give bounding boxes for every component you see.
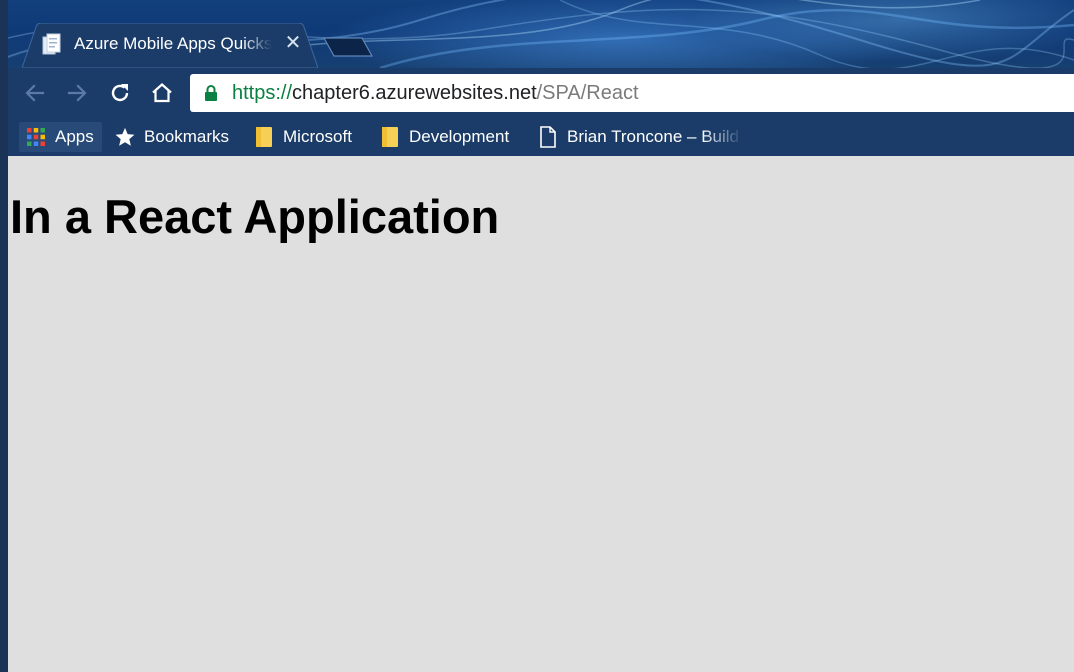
bookmark-label: Microsoft bbox=[283, 127, 352, 146]
bookmark-microsoft[interactable]: Microsoft bbox=[253, 122, 352, 152]
page-viewport: In a React Application bbox=[8, 156, 1074, 672]
window-left-border bbox=[0, 0, 8, 672]
page-document-icon bbox=[40, 33, 64, 57]
page-icon bbox=[537, 126, 559, 148]
tab-strip: Azure Mobile Apps Quickstart ✕ bbox=[0, 0, 1074, 68]
home-icon bbox=[152, 83, 172, 103]
url-host: chapter6.azurewebsites.net bbox=[292, 82, 537, 104]
folder-icon bbox=[253, 126, 275, 148]
tab-close-icon[interactable]: ✕ bbox=[283, 32, 303, 54]
back-button[interactable] bbox=[20, 79, 50, 107]
bookmark-label: Brian Troncone – Build bbox=[567, 127, 739, 146]
bookmark-brian-troncone[interactable]: Brian Troncone – Build bbox=[537, 122, 743, 152]
url-text[interactable]: https://chapter6.azurewebsites.net/SPA/R… bbox=[232, 82, 639, 105]
page-heading: In a React Application bbox=[10, 190, 500, 243]
bookmark-apps[interactable]: Apps bbox=[19, 122, 102, 152]
folder-icon bbox=[379, 126, 401, 148]
new-tab-button[interactable] bbox=[322, 35, 374, 59]
address-bar[interactable]: https://chapter6.azurewebsites.net/SPA/R… bbox=[190, 74, 1074, 112]
home-button[interactable] bbox=[147, 79, 177, 107]
reload-button[interactable] bbox=[105, 79, 135, 107]
apps-grid-icon bbox=[25, 126, 47, 148]
arrow-left-icon bbox=[25, 84, 45, 102]
bookmarks-bar: Apps Bookmarks Microsoft Development Bri… bbox=[0, 118, 1074, 156]
bookmark-bookmarks[interactable]: Bookmarks bbox=[114, 122, 229, 152]
tab-title: Azure Mobile Apps Quickstart bbox=[74, 34, 272, 53]
browser-toolbar: https://chapter6.azurewebsites.net/SPA/R… bbox=[0, 68, 1074, 118]
arrow-right-icon bbox=[67, 84, 87, 102]
tab-active[interactable]: Azure Mobile Apps Quickstart ✕ bbox=[22, 23, 318, 68]
new-tab-shape bbox=[322, 37, 374, 57]
reload-icon bbox=[111, 84, 129, 102]
bookmark-label: Development bbox=[409, 127, 510, 146]
url-path: /SPA/React bbox=[536, 82, 639, 104]
star-icon bbox=[114, 126, 136, 148]
browser-window: Azure Mobile Apps Quickstart ✕ bbox=[0, 0, 1074, 672]
bookmark-label: Apps bbox=[55, 127, 94, 146]
url-scheme: https:// bbox=[232, 82, 293, 104]
bookmark-development[interactable]: Development bbox=[379, 122, 509, 152]
bookmark-label: Bookmarks bbox=[144, 127, 230, 146]
forward-button[interactable] bbox=[62, 79, 92, 107]
lock-icon[interactable] bbox=[204, 84, 218, 102]
